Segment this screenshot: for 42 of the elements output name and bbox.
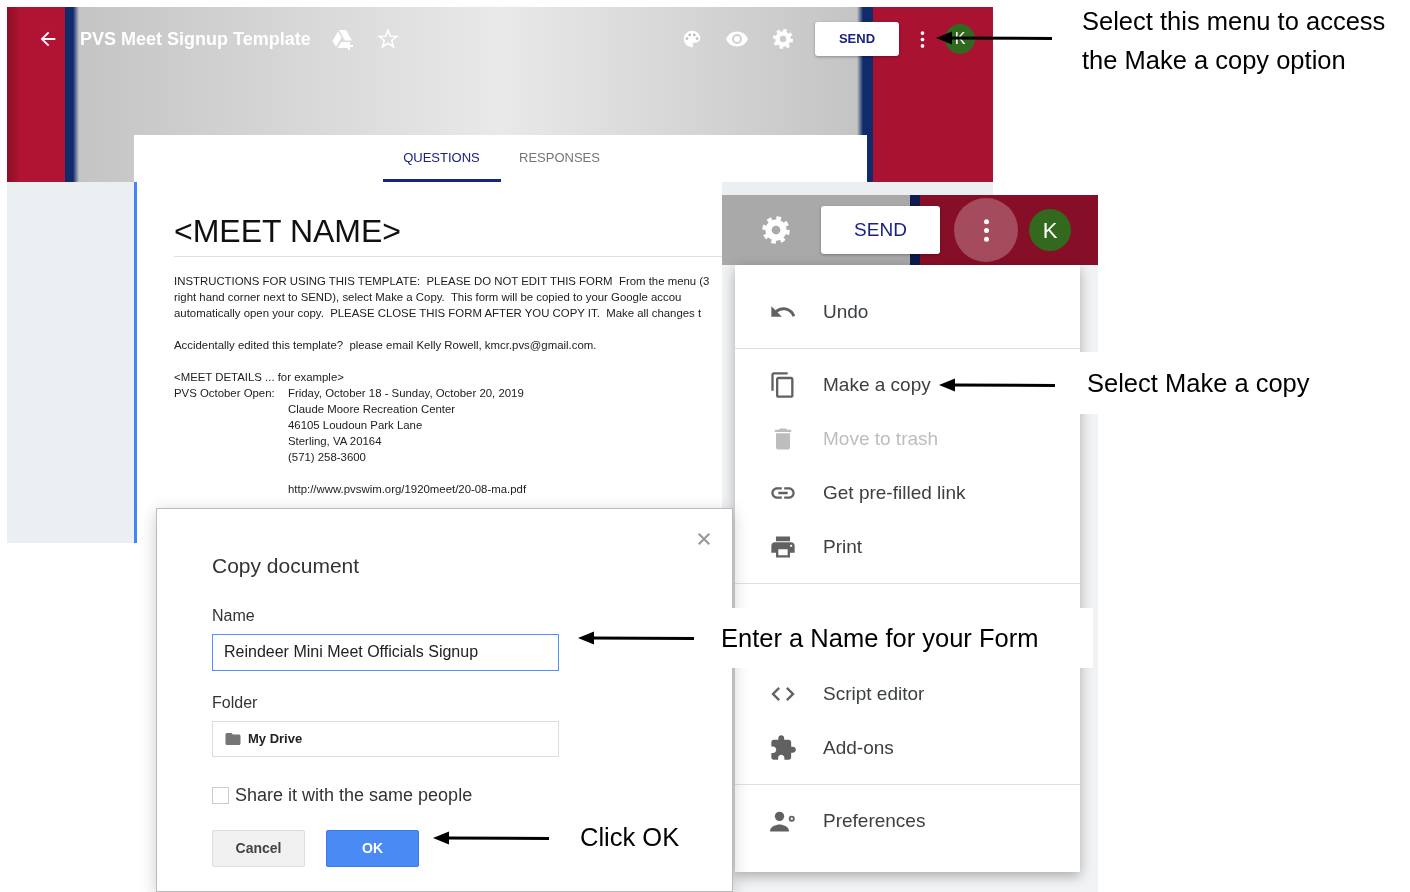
- menu-item[interactable]: Print: [735, 520, 1080, 574]
- menu-item[interactable]: Undo: [735, 285, 1080, 339]
- checkbox-label: Share it with the same people: [235, 783, 473, 807]
- folder-field[interactable]: My Drive: [212, 720, 559, 757]
- detail-line: 46105 Loudoun Park Lane: [288, 418, 424, 433]
- send-button[interactable]: SEND: [821, 206, 940, 254]
- settings-icon[interactable]: [761, 215, 791, 245]
- menu-item[interactable]: Get pre-filled link: [735, 466, 1080, 520]
- avatar[interactable]: K: [1029, 209, 1071, 251]
- menu-item[interactable]: Add-ons: [735, 721, 1080, 775]
- detail-label: PVS October Open:: [174, 386, 276, 401]
- annotation-label: Select this menu to access the Make a copy option: [1082, 6, 1387, 76]
- detail-line: Friday, October 18 - Sunday, October 20, 2019: [288, 386, 524, 401]
- description-line: INSTRUCTIONS FOR USING THIS TEMPLATE: PLEASE DO NOT EDIT THIS FORM From the menu (3: [174, 274, 711, 289]
- tab[interactable]: RESPONSES: [500, 135, 619, 182]
- puzzle-icon: [769, 734, 797, 762]
- menu-item[interactable]: Script editor: [735, 667, 1080, 721]
- menu-item[interactable]: Make a copy: [735, 358, 1080, 412]
- checkbox[interactable]: [212, 786, 229, 804]
- close-icon[interactable]: [695, 530, 713, 548]
- palette-icon[interactable]: [681, 28, 703, 50]
- field-label: Folder: [212, 692, 258, 713]
- settings-icon[interactable]: [772, 28, 794, 50]
- description-line: Accidentally edited this template? please email Kelly Rowell, kmcr.pvs@gmail.com.: [174, 338, 598, 353]
- description-line: automatically open your copy. PLEASE CLOSE THIS FORM AFTER YOU COPY IT. Make all changes t: [174, 306, 703, 321]
- dialog-title: Copy document: [212, 553, 360, 579]
- cancel-button[interactable]: Cancel: [212, 829, 305, 867]
- star-icon[interactable]: [376, 28, 399, 50]
- more-menu-icon[interactable]: [920, 30, 925, 48]
- copy-icon: [769, 371, 797, 399]
- detail-line: Sterling, VA 20164: [288, 434, 383, 449]
- description-line: <MEET DETAILS ... for example>: [174, 370, 345, 385]
- detail-line: Claude Moore Recreation Center: [288, 402, 457, 417]
- annotation-label: Click OK: [580, 822, 681, 853]
- drive-add-icon[interactable]: [330, 27, 355, 51]
- description-line: right hand corner next to SEND), select Make a Copy. This form will be copied to your Google accou: [174, 290, 683, 305]
- name-input[interactable]: Reindeer Mini Meet Officials Signup: [212, 633, 559, 671]
- more-menu-icon: [982, 218, 990, 242]
- menu-item[interactable]: Preferences: [735, 794, 1080, 848]
- send-button[interactable]: SEND: [815, 22, 899, 56]
- field-label: Name: [212, 605, 255, 626]
- detail-line: (571) 258-3600: [288, 450, 367, 465]
